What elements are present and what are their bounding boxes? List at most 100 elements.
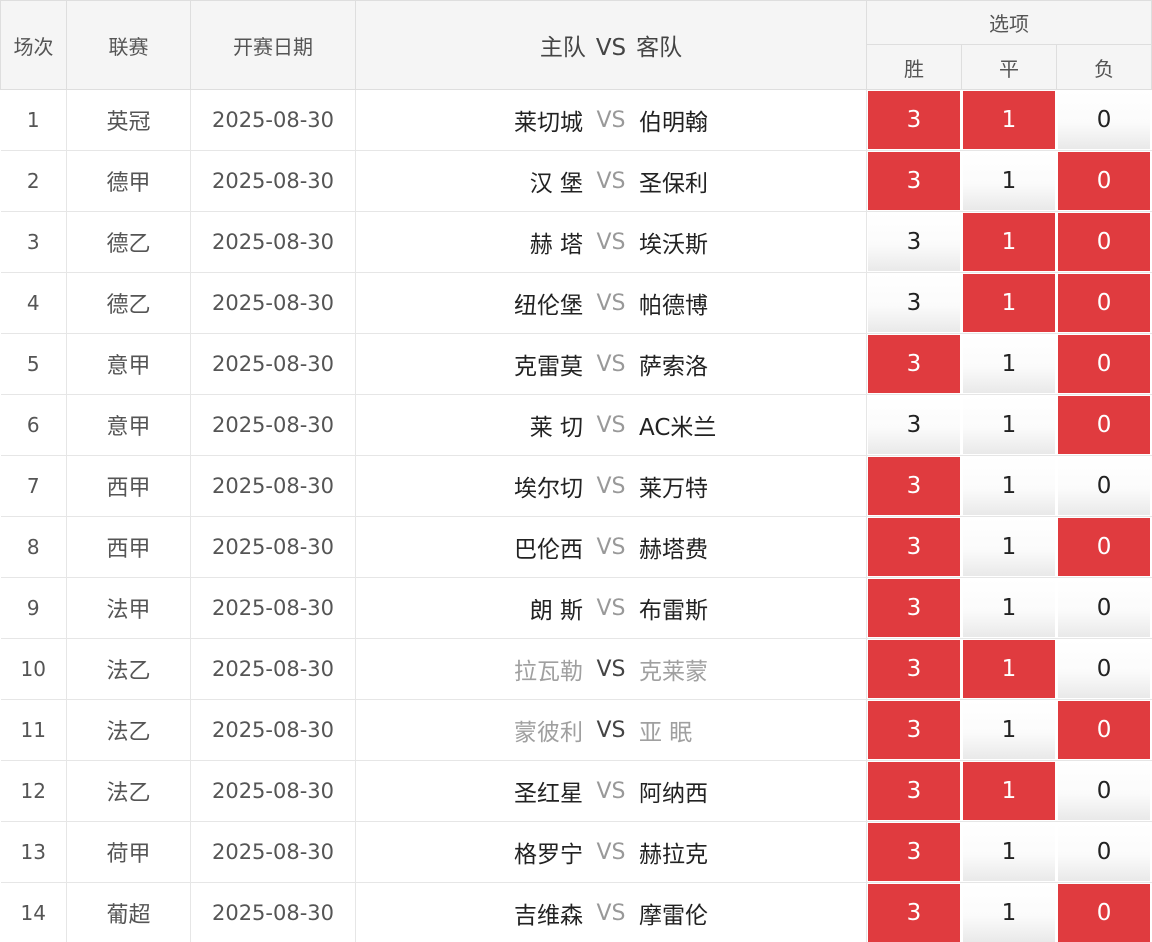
match-teams: 克雷莫 VS 萨索洛 [355, 333, 867, 395]
league-name: 德甲 [66, 150, 191, 212]
away-team: 伯明翰 [639, 110, 708, 136]
option-win-button[interactable]: 3 [868, 823, 960, 881]
option-lose-button[interactable]: 0 [1058, 823, 1151, 881]
option-cell-win: 3 [866, 821, 962, 883]
match-date: 2025-08-30 [190, 394, 356, 456]
option-win-button[interactable]: 3 [868, 91, 960, 149]
option-lose-button[interactable]: 0 [1058, 701, 1151, 759]
option-draw-button[interactable]: 1 [963, 213, 1055, 271]
match-teams: 格罗宁 VS 赫拉克 [355, 821, 867, 883]
option-draw-button[interactable]: 1 [963, 274, 1055, 332]
league-name: 意甲 [66, 333, 191, 395]
match-teams: 巴伦西 VS 赫塔费 [355, 516, 867, 578]
league-name: 法乙 [66, 760, 191, 822]
option-cell-lose: 0 [1056, 150, 1152, 212]
option-win-button[interactable]: 3 [868, 701, 960, 759]
option-cell-draw: 1 [961, 882, 1057, 942]
option-win-button[interactable]: 3 [868, 579, 960, 637]
table-row: 13 荷甲 2025-08-30 格罗宁 VS 赫拉克 3 1 0 [0, 821, 1152, 883]
match-number: 10 [0, 638, 67, 700]
table-row: 14 葡超 2025-08-30 吉维森 VS 摩雷伦 3 1 0 [0, 882, 1152, 942]
vs-label: VS [596, 168, 626, 194]
header-lose: 负 [1055, 44, 1152, 90]
table-row: 10 法乙 2025-08-30 拉瓦勒 VS 克莱蒙 3 1 0 [0, 638, 1152, 700]
match-teams: 朗 斯 VS 布雷斯 [355, 577, 867, 639]
option-draw-button[interactable]: 1 [963, 396, 1055, 454]
option-cell-draw: 1 [961, 577, 1057, 639]
option-draw-button[interactable]: 1 [963, 823, 1055, 881]
table-row: 8 西甲 2025-08-30 巴伦西 VS 赫塔费 3 1 0 [0, 516, 1152, 578]
option-lose-button[interactable]: 0 [1058, 884, 1151, 942]
option-win-button[interactable]: 3 [868, 213, 960, 271]
option-lose-button[interactable]: 0 [1058, 579, 1151, 637]
option-lose-button[interactable]: 0 [1058, 152, 1151, 210]
option-win-button[interactable]: 3 [868, 457, 960, 515]
option-lose-button[interactable]: 0 [1058, 396, 1151, 454]
option-lose-button[interactable]: 0 [1058, 335, 1151, 393]
vs-label: VS [596, 351, 626, 377]
table-body: 1 英冠 2025-08-30 莱切城 VS 伯明翰 3 1 0 2 德甲 2025-08-30 汉 堡… [0, 89, 1152, 942]
option-cell-draw: 1 [961, 333, 1057, 395]
option-cell-lose: 0 [1056, 638, 1152, 700]
option-cell-lose: 0 [1056, 89, 1152, 151]
vs-label: VS [596, 229, 626, 255]
option-draw-button[interactable]: 1 [963, 457, 1055, 515]
option-cell-lose: 0 [1056, 760, 1152, 822]
option-cell-win: 3 [866, 394, 962, 456]
option-win-button[interactable]: 3 [868, 335, 960, 393]
option-win-button[interactable]: 3 [868, 762, 960, 820]
option-cell-win: 3 [866, 638, 962, 700]
option-cell-win: 3 [866, 882, 962, 942]
league-name: 德乙 [66, 211, 191, 273]
match-date: 2025-08-30 [190, 89, 356, 151]
option-win-button[interactable]: 3 [868, 274, 960, 332]
option-cell-draw: 1 [961, 211, 1057, 273]
option-cell-lose: 0 [1056, 821, 1152, 883]
option-lose-button[interactable]: 0 [1058, 640, 1151, 698]
option-cell-draw: 1 [961, 516, 1057, 578]
option-lose-button[interactable]: 0 [1058, 762, 1151, 820]
option-draw-button[interactable]: 1 [963, 701, 1055, 759]
option-draw-button[interactable]: 1 [963, 640, 1055, 698]
option-win-button[interactable]: 3 [868, 884, 960, 942]
away-team: 埃沃斯 [639, 232, 708, 258]
option-win-button[interactable]: 3 [868, 640, 960, 698]
option-cell-lose: 0 [1056, 516, 1152, 578]
option-lose-button[interactable]: 0 [1058, 274, 1151, 332]
league-name: 西甲 [66, 516, 191, 578]
option-cell-win: 3 [866, 577, 962, 639]
option-draw-button[interactable]: 1 [963, 152, 1055, 210]
table-row: 11 法乙 2025-08-30 蒙彼利 VS 亚 眠 310 [0, 699, 1152, 761]
option-draw-button[interactable]: 1 [963, 335, 1055, 393]
option-draw-button[interactable]: 1 [963, 884, 1055, 942]
vs-label: VS [596, 778, 626, 804]
table-row: 12 法乙 2025-08-30 圣红星 VS 阿纳西 3 1 0 [0, 760, 1152, 822]
away-team: 赫塔费 [639, 537, 708, 563]
away-team: 萨索洛 [639, 354, 708, 380]
option-draw-button[interactable]: 1 [963, 91, 1055, 149]
match-number: 5 [0, 333, 67, 395]
option-lose-button[interactable]: 0 [1058, 91, 1151, 149]
header-num: 场次 [0, 0, 67, 90]
match-teams: 莱 切 VS AC米兰 [355, 394, 867, 456]
option-lose-button[interactable]: 0 [1058, 457, 1151, 515]
home-team: 蒙彼利 [514, 720, 583, 746]
away-team: 赫拉克 [639, 842, 708, 868]
match-teams: 汉 堡 VS 圣保利 [355, 150, 867, 212]
option-draw-button[interactable]: 1 [963, 579, 1055, 637]
match-number: 7 [0, 455, 67, 517]
option-win-button[interactable]: 3 [868, 396, 960, 454]
header-options: 选项 [865, 0, 1152, 45]
match-date: 2025-08-30 [190, 699, 356, 761]
option-cell-win: 3 [866, 211, 962, 273]
option-lose-button[interactable]: 0 [1058, 213, 1151, 271]
table-row: 6 意甲 2025-08-30 莱 切 VS AC米兰 3 1 0 [0, 394, 1152, 456]
match-date: 2025-08-30 [190, 333, 356, 395]
option-win-button[interactable]: 3 [868, 152, 960, 210]
match-date: 2025-08-30 [190, 577, 356, 639]
option-draw-button[interactable]: 1 [963, 518, 1055, 576]
option-lose-button[interactable]: 0 [1058, 518, 1151, 576]
option-win-button[interactable]: 3 [868, 518, 960, 576]
match-number: 12 [0, 760, 67, 822]
option-draw-button[interactable]: 1 [963, 762, 1055, 820]
